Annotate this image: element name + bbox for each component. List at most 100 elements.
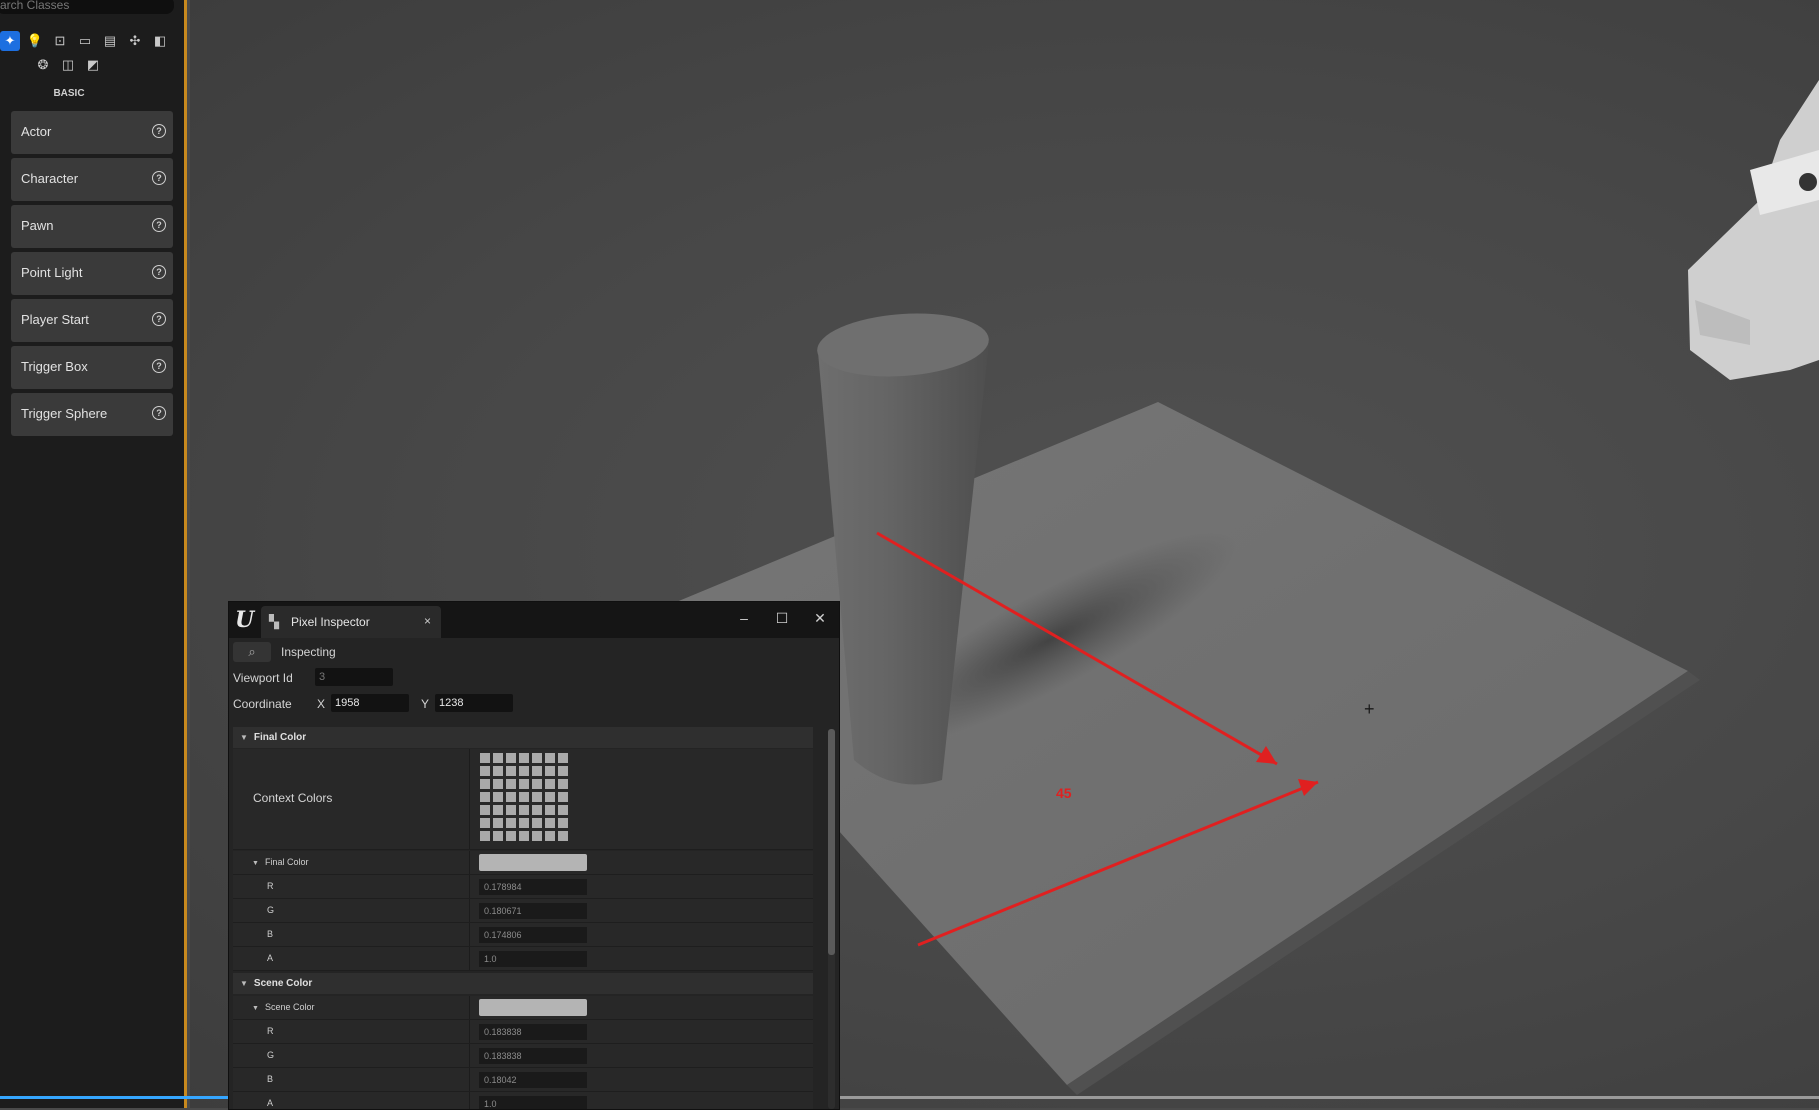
section-title-basic: BASIC [53, 88, 85, 99]
scene-color-group-row[interactable]: ▼ Scene Color [233, 996, 813, 1020]
channel-label: G [267, 1050, 275, 1060]
context-color-cell [493, 818, 503, 828]
actor-item-actor[interactable]: Actor ? [11, 111, 173, 154]
context-color-cell [506, 779, 516, 789]
actor-item-player-start[interactable]: Player Start ? [11, 299, 173, 342]
actor-item-label: Trigger Box [21, 359, 88, 374]
visual-effects-icon[interactable]: ✣ [125, 31, 145, 51]
tab-close-icon[interactable]: × [424, 614, 431, 628]
actor-item-label: Trigger Sphere [21, 406, 108, 421]
collapse-arrow-icon: ▼ [252, 1005, 259, 1012]
mannequin-hand [1688, 80, 1819, 380]
collapse-arrow-icon: ▼ [252, 860, 259, 867]
column-divider [469, 1068, 470, 1091]
light-icon[interactable]: 💡 [25, 31, 45, 51]
inspect-toggle-button[interactable]: ⌕ [233, 642, 271, 662]
actor-item-label: Point Light [21, 265, 83, 280]
actor-item-trigger-sphere[interactable]: Trigger Sphere ? [11, 393, 173, 436]
scene-color-section-header[interactable]: ▼ Scene Color [233, 973, 813, 994]
tab-title: Pixel Inspector [291, 615, 370, 629]
context-color-cell [480, 779, 490, 789]
help-icon[interactable]: ? [152, 312, 166, 326]
channel-value[interactable]: 0.183838 [479, 1024, 587, 1040]
cinematic-icon[interactable]: ▤ [100, 31, 120, 51]
context-color-cell [493, 766, 503, 776]
final-color-b-row: B 0.174806 [233, 923, 813, 947]
final-color-section-header[interactable]: ▼ Final Color [233, 727, 813, 748]
channel-label: A [267, 1098, 274, 1108]
actor-item-label: Actor [21, 124, 52, 139]
context-color-cell [558, 753, 568, 763]
help-icon[interactable]: ? [152, 124, 166, 138]
volumes-icon[interactable]: ◧ [150, 31, 170, 51]
channel-value[interactable]: 0.183838 [479, 1048, 587, 1064]
column-divider [469, 1092, 470, 1109]
geometry-icon[interactable]: ◫ [58, 55, 78, 75]
section-title: Final Color [253, 732, 307, 743]
category-tabs-row-2: ❂ ◫ ◩ [33, 55, 103, 75]
viewport-id-field[interactable]: 3 [315, 668, 393, 686]
shapes-icon[interactable]: ▭ [75, 31, 95, 51]
actor-list: Actor ? Character ? Pawn ? Point Light ?… [11, 111, 173, 440]
inspector-titlebar[interactable]: U ▚ Pixel Inspector × – ☐ ✕ [229, 602, 839, 638]
close-window-icon[interactable]: ✕ [810, 610, 830, 627]
recently-placed-icon[interactable]: ◩ [83, 55, 103, 75]
context-color-cell [545, 818, 555, 828]
minimize-icon[interactable]: – [734, 610, 754, 626]
context-color-cell [519, 818, 529, 828]
character-actor-icon[interactable]: ⊡ [50, 31, 70, 51]
category-tabs-row-1: ✦ 💡 ⊡ ▭ ▤ ✣ ◧ [0, 31, 170, 51]
help-icon[interactable]: ? [152, 359, 166, 373]
coordinate-label: Coordinate [233, 697, 292, 711]
context-color-cell [506, 805, 516, 815]
channel-value[interactable]: 0.180671 [479, 903, 587, 919]
context-color-cell [519, 779, 529, 789]
actor-item-trigger-box[interactable]: Trigger Box ? [11, 346, 173, 389]
y-label: Y [421, 697, 430, 711]
actor-item-point-light[interactable]: Point Light ? [11, 252, 173, 295]
context-color-cell [506, 753, 516, 763]
maximize-icon[interactable]: ☐ [772, 610, 792, 627]
coordinate-x-field[interactable]: 1958 [331, 694, 409, 712]
context-color-cell [558, 805, 568, 815]
context-color-cell [532, 805, 542, 815]
help-icon[interactable]: ? [152, 265, 166, 279]
context-color-cell [506, 766, 516, 776]
tab-pixel-inspector[interactable]: ▚ Pixel Inspector × [261, 606, 441, 638]
context-color-cell [558, 831, 568, 841]
actor-item-label: Player Start [21, 312, 89, 327]
final-color-group-row[interactable]: ▼ Final Color [233, 851, 813, 875]
actor-item-character[interactable]: Character ? [11, 158, 173, 201]
inspector-scrollbar-thumb[interactable] [828, 729, 835, 955]
channel-label: A [267, 953, 274, 963]
get-started-icon[interactable]: ✦ [0, 31, 20, 51]
help-icon[interactable]: ? [152, 171, 166, 185]
help-icon[interactable]: ? [152, 406, 166, 420]
search-classes-input[interactable]: arch Classes [0, 0, 174, 14]
context-color-cell [532, 792, 542, 802]
channel-value[interactable]: 0.174806 [479, 927, 587, 943]
channel-label: R [267, 881, 274, 891]
column-divider [469, 947, 470, 970]
context-color-cell [480, 805, 490, 815]
angle-annotation-label: 45 [1056, 785, 1072, 801]
context-color-cell [519, 792, 529, 802]
crosshair-icon: + [1364, 699, 1375, 719]
place-actors-panel: arch Classes ✦ 💡 ⊡ ▭ ▤ ✣ ◧ ❂ ◫ ◩ BASIC A… [0, 0, 187, 1108]
column-divider [469, 875, 470, 898]
context-color-cell [545, 831, 555, 841]
final-color-swatch[interactable] [479, 854, 587, 871]
channel-value[interactable]: 0.178984 [479, 879, 587, 895]
context-color-cell [545, 805, 555, 815]
coordinate-y-field[interactable]: 1238 [435, 694, 513, 712]
all-classes-icon[interactable]: ❂ [33, 55, 53, 75]
context-color-cell [545, 753, 555, 763]
channel-value[interactable]: 1.0 [479, 951, 587, 967]
collapse-arrow-icon: ▼ [240, 733, 248, 742]
help-icon[interactable]: ? [152, 218, 166, 232]
scene-color-swatch[interactable] [479, 999, 587, 1016]
context-color-cell [532, 779, 542, 789]
channel-label: B [267, 929, 274, 939]
actor-item-pawn[interactable]: Pawn ? [11, 205, 173, 248]
channel-value[interactable]: 0.18042 [479, 1072, 587, 1088]
